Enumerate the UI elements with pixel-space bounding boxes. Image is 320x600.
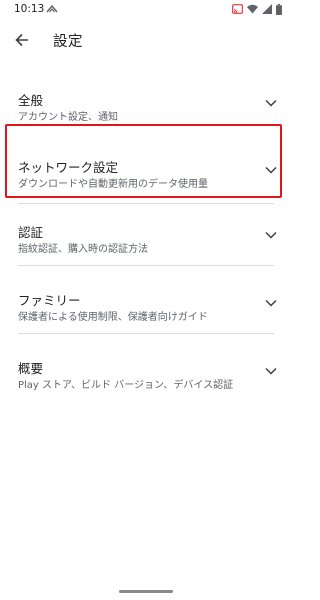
item-subtitle: アカウント設定、通知 (18, 112, 118, 123)
item-title: 認証 (18, 225, 44, 240)
status-time: 10:13 (14, 3, 45, 15)
divider (18, 265, 274, 266)
settings-item-family[interactable]: ファミリー 保護者による使用制限、保護者向けガイド (18, 272, 278, 334)
battery-icon (276, 3, 282, 15)
gesture-nav-handle[interactable] (119, 590, 173, 593)
settings-screen: 10:13 設定 全般 アカウント設定、通知 ネットワーク設定 ダウンロードや自… (0, 0, 292, 600)
chevron-down-icon[interactable] (264, 366, 278, 376)
page-title: 設定 (53, 34, 83, 50)
item-title: 全般 (18, 93, 44, 108)
highlight-box (5, 124, 282, 198)
arrow-back-icon (15, 33, 28, 47)
item-subtitle: 保護者による使用制限、保護者向けガイド (18, 312, 208, 323)
item-subtitle: Play ストア、ビルド バージョン、デバイス認証 (18, 380, 234, 391)
settings-item-authentication[interactable]: 認証 指紋認証、購入時の認証方法 (18, 204, 278, 266)
chevron-down-icon[interactable] (264, 98, 278, 108)
cast-icon (232, 4, 243, 14)
status-icons (232, 3, 282, 15)
chevron-down-icon[interactable] (264, 230, 278, 240)
status-bar: 10:13 (0, 0, 292, 20)
app-bar: 設定 (0, 20, 292, 60)
item-title: ファミリー (18, 293, 81, 308)
settings-item-about[interactable]: 概要 Play ストア、ビルド バージョン、デバイス認証 (18, 340, 278, 402)
signal-icon (262, 4, 272, 14)
wifi-icon (247, 4, 258, 14)
chevron-down-icon[interactable] (264, 298, 278, 308)
item-subtitle: 指紋認証、購入時の認証方法 (18, 244, 148, 255)
divider (18, 333, 274, 334)
item-title: 概要 (18, 361, 44, 376)
back-button[interactable] (8, 26, 36, 54)
sync-icon (46, 4, 58, 13)
